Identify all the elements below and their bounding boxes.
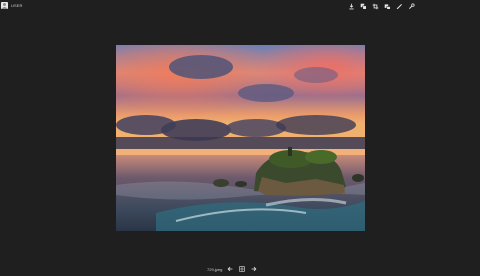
download-icon <box>348 3 354 9</box>
bottom-bar: 729.jpeg <box>0 264 480 274</box>
share-button[interactable] <box>359 2 367 10</box>
image-viewer: USER 729.jpeg <box>0 0 480 276</box>
filename: 729.jpeg <box>207 266 223 272</box>
rotate-button[interactable] <box>383 2 391 10</box>
crop-button[interactable] <box>371 2 379 10</box>
settings-button[interactable] <box>407 2 415 10</box>
prev-arrow-icon <box>227 266 233 272</box>
next-button[interactable] <box>250 265 258 273</box>
pager: 729.jpeg <box>207 265 258 273</box>
share-icon <box>360 3 367 10</box>
edit-button[interactable] <box>395 2 403 10</box>
edit-icon <box>396 3 402 9</box>
settings-icon <box>408 2 415 9</box>
crop-icon <box>372 3 378 9</box>
avatar[interactable] <box>1 2 8 9</box>
rotate-icon <box>384 3 391 10</box>
next-arrow-icon <box>251 266 257 272</box>
toolbar <box>347 2 415 10</box>
download-button[interactable] <box>347 2 355 10</box>
sunset-seascape-image <box>116 45 365 231</box>
user-info[interactable]: USER <box>1 2 23 9</box>
grid-view-button[interactable] <box>238 265 246 273</box>
username: USER <box>11 3 23 8</box>
main-photo <box>116 45 365 231</box>
grid-icon <box>239 266 246 272</box>
previous-button[interactable] <box>226 265 234 273</box>
top-bar: USER <box>0 0 480 14</box>
